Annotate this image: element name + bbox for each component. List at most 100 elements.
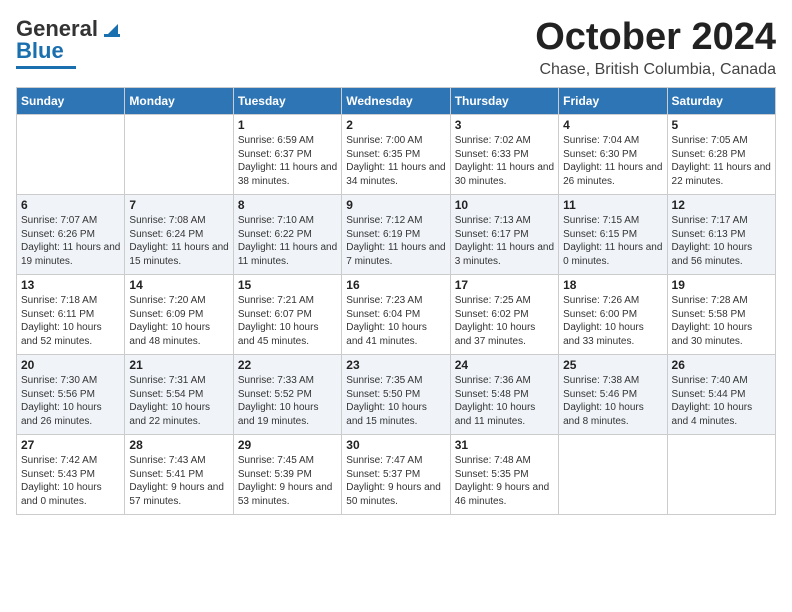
table-row: 3 Sunrise: 7:02 AM Sunset: 6:33 PM Daylig… <box>450 115 558 195</box>
header-friday: Friday <box>559 88 667 115</box>
day-info: Sunrise: 7:33 AM Sunset: 5:52 PM Dayligh… <box>238 374 337 428</box>
day-info: Sunrise: 7:26 AM Sunset: 6:00 PM Dayligh… <box>563 294 662 348</box>
day-info: Sunrise: 6:59 AM Sunset: 6:37 PM Dayligh… <box>238 134 337 188</box>
day-number: 29 <box>238 438 337 452</box>
day-info: Sunrise: 7:48 AM Sunset: 5:35 PM Dayligh… <box>455 454 554 508</box>
day-info: Sunrise: 7:25 AM Sunset: 6:02 PM Dayligh… <box>455 294 554 348</box>
header-saturday: Saturday <box>667 88 775 115</box>
header-sunday: Sunday <box>17 88 125 115</box>
table-row: 2 Sunrise: 7:00 AM Sunset: 6:35 PM Daylig… <box>342 115 450 195</box>
day-number: 20 <box>21 358 120 372</box>
logo-icon <box>100 18 122 40</box>
table-row: 17 Sunrise: 7:25 AM Sunset: 6:02 PM Dayli… <box>450 275 558 355</box>
day-info: Sunrise: 7:36 AM Sunset: 5:48 PM Dayligh… <box>455 374 554 428</box>
day-info: Sunrise: 7:31 AM Sunset: 5:54 PM Dayligh… <box>129 374 228 428</box>
table-row <box>559 435 667 515</box>
day-number: 17 <box>455 278 554 292</box>
day-number: 16 <box>346 278 445 292</box>
day-info: Sunrise: 7:45 AM Sunset: 5:39 PM Dayligh… <box>238 454 337 508</box>
table-row: 16 Sunrise: 7:23 AM Sunset: 6:04 PM Dayli… <box>342 275 450 355</box>
day-info: Sunrise: 7:17 AM Sunset: 6:13 PM Dayligh… <box>672 214 771 268</box>
day-number: 8 <box>238 198 337 212</box>
day-info: Sunrise: 7:23 AM Sunset: 6:04 PM Dayligh… <box>346 294 445 348</box>
day-number: 12 <box>672 198 771 212</box>
day-number: 18 <box>563 278 662 292</box>
table-row <box>17 115 125 195</box>
day-number: 6 <box>21 198 120 212</box>
day-info: Sunrise: 7:35 AM Sunset: 5:50 PM Dayligh… <box>346 374 445 428</box>
day-info: Sunrise: 7:05 AM Sunset: 6:28 PM Dayligh… <box>672 134 771 188</box>
day-number: 24 <box>455 358 554 372</box>
table-row: 20 Sunrise: 7:30 AM Sunset: 5:56 PM Dayli… <box>17 355 125 435</box>
day-number: 28 <box>129 438 228 452</box>
day-info: Sunrise: 7:30 AM Sunset: 5:56 PM Dayligh… <box>21 374 120 428</box>
calendar-week-row: 6 Sunrise: 7:07 AM Sunset: 6:26 PM Daylig… <box>17 195 776 275</box>
day-info: Sunrise: 7:07 AM Sunset: 6:26 PM Dayligh… <box>21 214 120 268</box>
table-row: 10Sunrise: 7:13 AM Sunset: 6:17 PM Dayli… <box>450 195 558 275</box>
logo: General Blue <box>16 16 122 69</box>
table-row: 22 Sunrise: 7:33 AM Sunset: 5:52 PM Dayli… <box>233 355 341 435</box>
table-row <box>667 435 775 515</box>
header-wednesday: Wednesday <box>342 88 450 115</box>
day-number: 2 <box>346 118 445 132</box>
day-number: 19 <box>672 278 771 292</box>
day-number: 23 <box>346 358 445 372</box>
day-number: 7 <box>129 198 228 212</box>
day-number: 14 <box>129 278 228 292</box>
table-row: 23 Sunrise: 7:35 AM Sunset: 5:50 PM Dayli… <box>342 355 450 435</box>
day-info: Sunrise: 7:12 AM Sunset: 6:19 PM Dayligh… <box>346 214 445 268</box>
header-tuesday: Tuesday <box>233 88 341 115</box>
day-number: 9 <box>346 198 445 212</box>
day-number: 13 <box>21 278 120 292</box>
table-row: 29 Sunrise: 7:45 AM Sunset: 5:39 PM Dayli… <box>233 435 341 515</box>
calendar-week-row: 1 Sunrise: 6:59 AM Sunset: 6:37 PM Daylig… <box>17 115 776 195</box>
day-info: Sunrise: 7:47 AM Sunset: 5:37 PM Dayligh… <box>346 454 445 508</box>
logo-underline <box>16 66 76 69</box>
table-row: 15Sunrise: 7:21 AM Sunset: 6:07 PM Dayli… <box>233 275 341 355</box>
table-row: 21Sunrise: 7:31 AM Sunset: 5:54 PM Dayli… <box>125 355 233 435</box>
day-info: Sunrise: 7:15 AM Sunset: 6:15 PM Dayligh… <box>563 214 662 268</box>
table-row: 28 Sunrise: 7:43 AM Sunset: 5:41 PM Dayli… <box>125 435 233 515</box>
table-row: 13 Sunrise: 7:18 AM Sunset: 6:11 PM Dayli… <box>17 275 125 355</box>
day-number: 27 <box>21 438 120 452</box>
logo-text-blue: Blue <box>16 38 64 64</box>
table-row <box>125 115 233 195</box>
table-row: 24 Sunrise: 7:36 AM Sunset: 5:48 PM Dayli… <box>450 355 558 435</box>
table-row: 6 Sunrise: 7:07 AM Sunset: 6:26 PM Daylig… <box>17 195 125 275</box>
table-row: 12 Sunrise: 7:17 AM Sunset: 6:13 PM Dayli… <box>667 195 775 275</box>
table-row: 4 Sunrise: 7:04 AM Sunset: 6:30 PM Daylig… <box>559 115 667 195</box>
table-row: 8 Sunrise: 7:10 AM Sunset: 6:22 PM Daylig… <box>233 195 341 275</box>
page-header: General Blue October 2024 Chase, British… <box>16 16 776 79</box>
table-row: 11Sunrise: 7:15 AM Sunset: 6:15 PM Dayli… <box>559 195 667 275</box>
table-row: 7Sunrise: 7:08 AM Sunset: 6:24 PM Daylig… <box>125 195 233 275</box>
table-row: 19 Sunrise: 7:28 AM Sunset: 5:58 PM Dayli… <box>667 275 775 355</box>
day-info: Sunrise: 7:43 AM Sunset: 5:41 PM Dayligh… <box>129 454 228 508</box>
header-monday: Monday <box>125 88 233 115</box>
table-row: 26 Sunrise: 7:40 AM Sunset: 5:44 PM Dayli… <box>667 355 775 435</box>
day-info: Sunrise: 7:10 AM Sunset: 6:22 PM Dayligh… <box>238 214 337 268</box>
day-info: Sunrise: 7:04 AM Sunset: 6:30 PM Dayligh… <box>563 134 662 188</box>
day-number: 3 <box>455 118 554 132</box>
table-row: 27 Sunrise: 7:42 AM Sunset: 5:43 PM Dayli… <box>17 435 125 515</box>
day-info: Sunrise: 7:40 AM Sunset: 5:44 PM Dayligh… <box>672 374 771 428</box>
day-number: 15 <box>238 278 337 292</box>
table-row: 31Sunrise: 7:48 AM Sunset: 5:35 PM Dayli… <box>450 435 558 515</box>
day-number: 4 <box>563 118 662 132</box>
day-info: Sunrise: 7:20 AM Sunset: 6:09 PM Dayligh… <box>129 294 228 348</box>
day-info: Sunrise: 7:02 AM Sunset: 6:33 PM Dayligh… <box>455 134 554 188</box>
day-number: 22 <box>238 358 337 372</box>
calendar-header-row: Sunday Monday Tuesday Wednesday Thursday… <box>17 88 776 115</box>
day-info: Sunrise: 7:18 AM Sunset: 6:11 PM Dayligh… <box>21 294 120 348</box>
day-info: Sunrise: 7:42 AM Sunset: 5:43 PM Dayligh… <box>21 454 120 508</box>
location-title: Chase, British Columbia, Canada <box>535 61 776 79</box>
day-info: Sunrise: 7:13 AM Sunset: 6:17 PM Dayligh… <box>455 214 554 268</box>
table-row: 1 Sunrise: 6:59 AM Sunset: 6:37 PM Daylig… <box>233 115 341 195</box>
day-number: 5 <box>672 118 771 132</box>
month-title: October 2024 <box>535 16 776 59</box>
day-number: 26 <box>672 358 771 372</box>
day-info: Sunrise: 7:00 AM Sunset: 6:35 PM Dayligh… <box>346 134 445 188</box>
header-thursday: Thursday <box>450 88 558 115</box>
day-number: 1 <box>238 118 337 132</box>
day-info: Sunrise: 7:28 AM Sunset: 5:58 PM Dayligh… <box>672 294 771 348</box>
day-number: 30 <box>346 438 445 452</box>
